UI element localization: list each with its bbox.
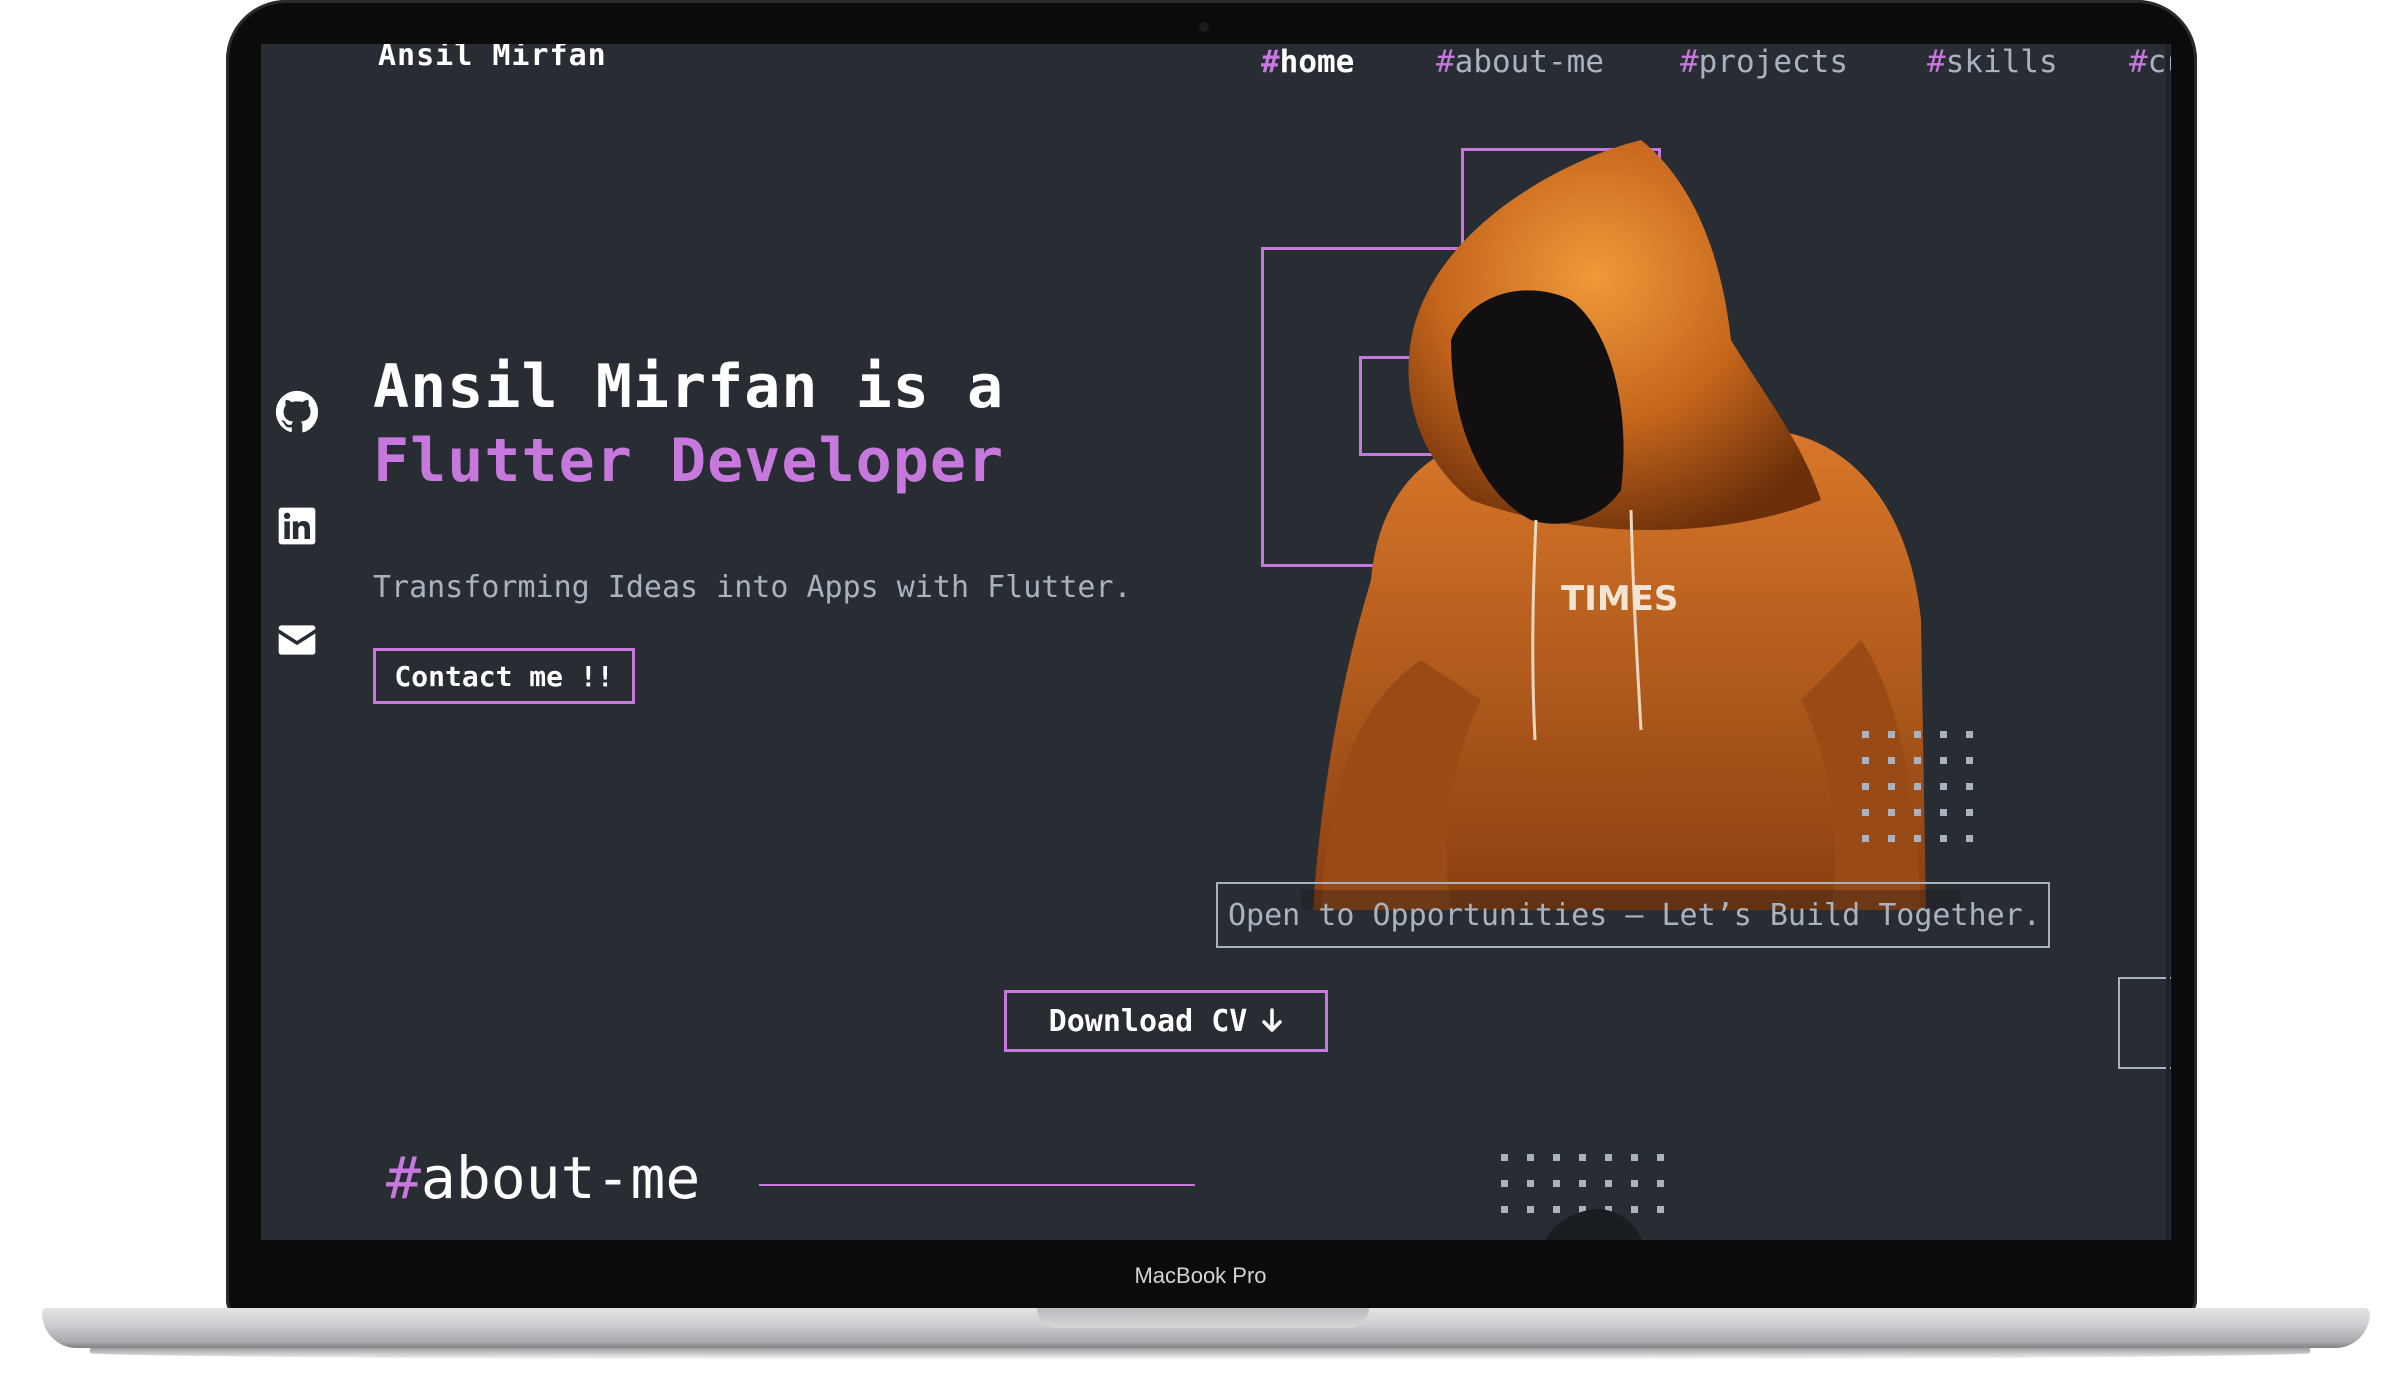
laptop-shadow xyxy=(90,1346,2310,1360)
about-portrait-partial xyxy=(1545,1209,1642,1240)
nav-hash: # xyxy=(1261,44,1280,80)
laptop-notch xyxy=(1037,1308,1369,1328)
nav-skills[interactable]: #skills xyxy=(1927,44,2058,80)
section-label: about-me xyxy=(420,1144,701,1212)
nav-hash: # xyxy=(2129,44,2148,80)
nav-label: projects xyxy=(1698,44,1848,80)
nav-label: about-me xyxy=(1454,44,1604,80)
section-divider xyxy=(759,1184,1195,1186)
nav-hash: # xyxy=(1436,44,1455,80)
scrollbar-track[interactable] xyxy=(2166,44,2170,1240)
download-cv-button[interactable]: Download CV xyxy=(1004,990,1328,1052)
hero-title: Ansil Mirfan is a Flutter Developer xyxy=(373,350,1004,498)
hoodie-text: TIMES xyxy=(1561,579,1678,619)
nav-projects[interactable]: #projects xyxy=(1680,44,1848,80)
site-logo[interactable]: Ansil Mirfan xyxy=(378,44,607,73)
section-hash: # xyxy=(386,1144,421,1212)
hero-subtitle: Transforming Ideas into Apps with Flutte… xyxy=(373,570,1132,605)
github-icon xyxy=(275,390,319,433)
about-me-heading: #about-me xyxy=(386,1144,700,1212)
nav-label: home xyxy=(1279,44,1355,80)
dot-grid-right xyxy=(1862,731,1973,842)
arrow-down-icon xyxy=(1262,1008,1283,1032)
open-to-work-status: Open to Opportunities — Let’s Build Toge… xyxy=(1216,882,2050,948)
nav-label: skills xyxy=(1945,44,2058,80)
nav-about-me[interactable]: #about-me xyxy=(1436,44,1604,80)
deco-side-box xyxy=(2118,977,2171,1069)
github-link[interactable] xyxy=(267,390,327,434)
hero-title-role: Flutter Developer xyxy=(373,426,1005,496)
device-label: MacBook Pro xyxy=(1134,1263,1267,1288)
screen: Ansil Mirfan #home #about-me #projects #… xyxy=(261,44,2171,1240)
webcam xyxy=(1199,22,1209,32)
linkedin-link[interactable] xyxy=(267,504,327,548)
contact-me-button[interactable]: Contact me !! xyxy=(373,648,635,704)
nav-hash: # xyxy=(1680,44,1699,80)
email-link[interactable] xyxy=(267,618,327,662)
nav-hash: # xyxy=(1927,44,1946,80)
email-icon xyxy=(278,625,316,655)
nav-home[interactable]: #home xyxy=(1261,44,1354,80)
nav-contact[interactable]: #contact xyxy=(2129,44,2171,80)
linkedin-icon xyxy=(278,507,316,545)
download-cv-label: Download CV xyxy=(1048,1003,1248,1039)
hero-title-line1: Ansil Mirfan is a xyxy=(373,352,1005,422)
